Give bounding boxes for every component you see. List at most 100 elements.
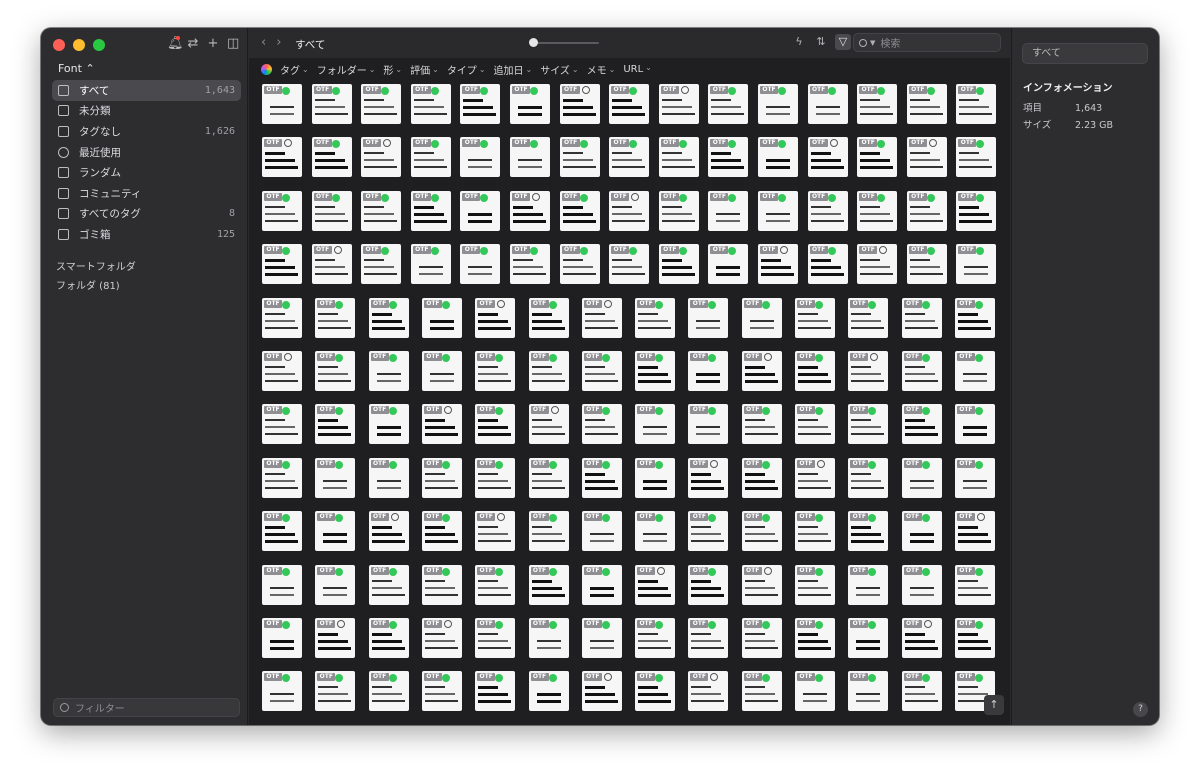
font-thumbnail[interactable]: OTF <box>510 137 550 178</box>
font-thumbnail[interactable]: OTF <box>954 404 995 445</box>
font-thumbnail[interactable]: OTF <box>741 404 782 445</box>
font-thumbnail[interactable]: OTF <box>421 564 462 605</box>
font-thumbnail[interactable]: OTF <box>528 351 569 391</box>
filter-tag[interactable]: タグ <box>280 62 309 77</box>
minimize-window-button[interactable] <box>73 39 85 51</box>
font-thumbnail[interactable]: OTF <box>688 511 729 552</box>
font-thumbnail[interactable]: OTF <box>956 84 997 124</box>
font-thumbnail[interactable]: OTF <box>609 84 650 124</box>
font-thumbnail[interactable]: OTF <box>795 351 835 391</box>
font-thumbnail[interactable]: OTF <box>262 190 302 231</box>
font-thumbnail[interactable]: OTF <box>708 137 749 178</box>
font-thumbnail[interactable]: OTF <box>559 190 600 231</box>
font-thumbnail[interactable]: OTF <box>559 84 600 124</box>
font-thumbnail[interactable]: OTF <box>857 244 898 285</box>
font-thumbnail[interactable]: OTF <box>311 190 352 231</box>
font-thumbnail[interactable]: OTF <box>857 190 898 231</box>
sidebar-item-random[interactable]: ランダム <box>52 162 241 183</box>
font-thumbnail[interactable]: OTF <box>421 511 462 552</box>
font-thumbnail[interactable]: OTF <box>848 511 889 552</box>
font-thumbnail[interactable]: OTF <box>368 404 409 445</box>
font-thumbnail[interactable]: OTF <box>361 190 402 231</box>
font-thumbnail[interactable]: OTF <box>315 511 356 552</box>
font-thumbnail[interactable]: OTF <box>658 137 699 178</box>
font-thumbnail[interactable]: OTF <box>528 671 569 712</box>
help-button[interactable]: ? <box>1133 702 1148 717</box>
sidebar-item-trash[interactable]: ゴミ箱 125 <box>52 224 241 245</box>
font-thumbnail[interactable]: OTF <box>956 244 997 285</box>
font-thumbnail[interactable]: OTF <box>315 564 356 605</box>
font-thumbnail[interactable]: OTF <box>262 457 302 498</box>
font-thumbnail[interactable]: OTF <box>315 404 356 445</box>
font-thumbnail[interactable]: OTF <box>741 564 782 605</box>
font-thumbnail[interactable]: OTF <box>795 404 835 445</box>
font-thumbnail[interactable]: OTF <box>528 404 569 445</box>
font-thumbnail[interactable]: OTF <box>421 404 462 445</box>
font-thumbnail[interactable]: OTF <box>368 618 409 658</box>
font-thumbnail[interactable]: OTF <box>954 351 995 391</box>
font-thumbnail[interactable]: OTF <box>954 297 995 338</box>
zoom-window-button[interactable] <box>93 39 105 51</box>
filter-url[interactable]: URL <box>623 64 652 75</box>
sync-icon[interactable]: ⇄ <box>187 36 199 52</box>
font-thumbnail[interactable]: OTF <box>460 84 501 124</box>
font-thumbnail[interactable]: OTF <box>758 190 798 231</box>
font-thumbnail[interactable]: OTF <box>460 190 501 231</box>
font-thumbnail[interactable]: OTF <box>795 671 835 712</box>
font-thumbnail[interactable]: OTF <box>795 297 835 338</box>
font-thumbnail[interactable]: OTF <box>848 351 889 391</box>
font-thumbnail[interactable]: OTF <box>315 618 356 658</box>
font-thumbnail[interactable]: OTF <box>688 618 729 658</box>
font-thumbnail[interactable]: OTF <box>906 244 947 285</box>
lightning-icon[interactable]: ϟ <box>791 34 807 50</box>
font-thumbnail[interactable]: OTF <box>262 244 302 285</box>
font-thumbnail[interactable]: OTF <box>901 671 942 712</box>
font-thumbnail[interactable]: OTF <box>528 457 569 498</box>
font-thumbnail[interactable]: OTF <box>848 404 889 445</box>
filter-icon[interactable]: ▽ <box>835 34 851 50</box>
font-thumbnail[interactable]: OTF <box>528 511 569 552</box>
font-thumbnail[interactable]: OTF <box>559 244 600 285</box>
font-thumbnail[interactable]: OTF <box>658 190 699 231</box>
font-thumbnail[interactable]: OTF <box>635 564 676 605</box>
sidebar-item-uncategorized[interactable]: 未分類 <box>52 101 241 122</box>
font-thumbnail[interactable]: OTF <box>262 351 302 391</box>
font-thumbnail[interactable]: OTF <box>315 351 356 391</box>
font-thumbnail[interactable]: OTF <box>581 404 622 445</box>
sidebar-filter-input[interactable]: フィルター <box>53 698 240 717</box>
font-thumbnail[interactable]: OTF <box>848 564 889 605</box>
font-thumbnail[interactable]: OTF <box>857 137 898 178</box>
filter-memo[interactable]: メモ <box>587 62 616 77</box>
font-thumbnail[interactable]: OTF <box>708 244 749 285</box>
font-thumbnail[interactable]: OTF <box>410 244 451 285</box>
search-input[interactable]: ▼ 検索 <box>853 33 1001 52</box>
font-thumbnail[interactable]: OTF <box>421 297 462 338</box>
font-thumbnail[interactable]: OTF <box>635 618 676 658</box>
font-thumbnail[interactable]: OTF <box>906 190 947 231</box>
font-thumbnail[interactable]: OTF <box>361 84 402 124</box>
font-thumbnail[interactable]: OTF <box>848 297 889 338</box>
font-thumbnail[interactable]: OTF <box>311 244 352 285</box>
font-thumbnail[interactable]: OTF <box>609 137 650 178</box>
font-thumbnail[interactable]: OTF <box>262 84 302 124</box>
slider-knob[interactable] <box>529 38 538 47</box>
font-thumbnail[interactable]: OTF <box>901 351 942 391</box>
font-thumbnail[interactable]: OTF <box>956 137 997 178</box>
font-thumbnail[interactable]: OTF <box>857 84 898 124</box>
font-thumbnail[interactable]: OTF <box>741 457 782 498</box>
font-thumbnail[interactable]: OTF <box>421 671 462 712</box>
font-thumbnail[interactable]: OTF <box>758 137 798 178</box>
inspector-field[interactable]: すべて <box>1022 43 1148 64</box>
font-thumbnail[interactable]: OTF <box>410 190 451 231</box>
font-thumbnail[interactable]: OTF <box>475 457 516 498</box>
font-thumbnail[interactable]: OTF <box>475 297 516 338</box>
font-thumbnail[interactable]: OTF <box>581 511 622 552</box>
font-thumbnail[interactable]: OTF <box>581 351 622 391</box>
sidebar-item-recent[interactable]: 最近使用 <box>52 142 241 163</box>
sort-icon[interactable]: ⇅ <box>813 34 829 50</box>
filter-folder[interactable]: フォルダー <box>317 62 376 77</box>
font-thumbnail[interactable]: OTF <box>848 618 889 658</box>
font-thumbnail[interactable]: OTF <box>559 137 600 178</box>
font-thumbnail[interactable]: OTF <box>475 351 516 391</box>
font-thumbnail[interactable]: OTF <box>581 457 622 498</box>
